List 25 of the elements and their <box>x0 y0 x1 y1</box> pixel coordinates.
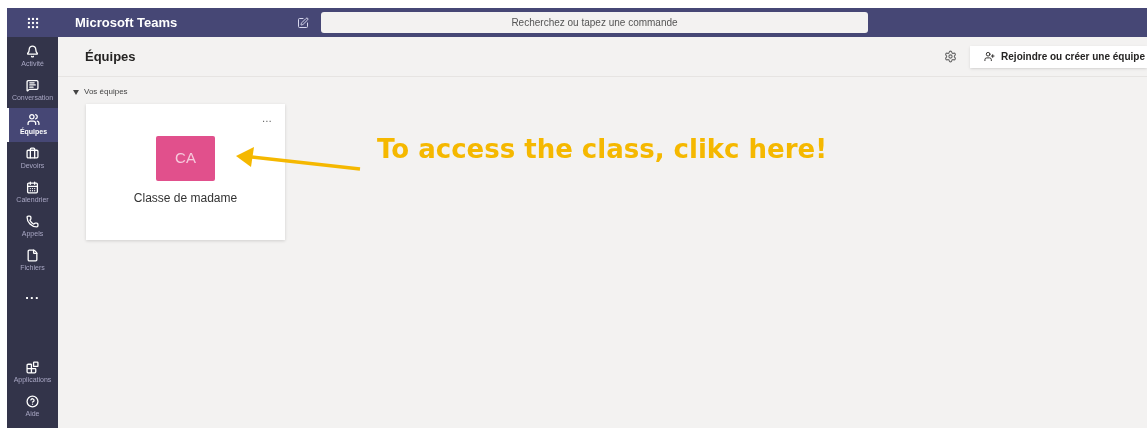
add-people-icon <box>984 51 996 62</box>
people-icon <box>27 112 40 126</box>
phone-icon <box>26 214 39 228</box>
settings-icon[interactable] <box>944 50 958 63</box>
team-name: Classe de madame <box>133 190 238 207</box>
help-icon <box>26 394 39 408</box>
annotation-text: To access the class, clikc here! <box>377 133 828 166</box>
apps-icon <box>26 360 39 374</box>
compose-icon[interactable] <box>297 16 309 29</box>
file-icon <box>26 248 39 262</box>
bag-icon <box>26 146 39 160</box>
more-button[interactable]: ... <box>7 278 58 312</box>
join-team-button[interactable]: Rejoindre ou créer une équipe <box>970 45 1147 68</box>
bell-icon <box>26 44 39 58</box>
team-card[interactable]: ... CA Classe de madame <box>86 104 285 240</box>
section-label: Vos équipes <box>84 86 128 98</box>
team-avatar: CA <box>156 136 215 181</box>
chat-icon <box>26 78 39 92</box>
caret-icon[interactable] <box>73 89 79 95</box>
calendar-icon <box>26 180 39 194</box>
app-name: Microsoft Teams <box>75 13 179 32</box>
search-field[interactable]: Recherchez ou tapez une commande <box>321 12 868 33</box>
app-launcher-icon[interactable] <box>25 15 40 30</box>
page-title: Équipes <box>85 47 136 66</box>
more-options-button[interactable]: ... <box>262 111 272 126</box>
